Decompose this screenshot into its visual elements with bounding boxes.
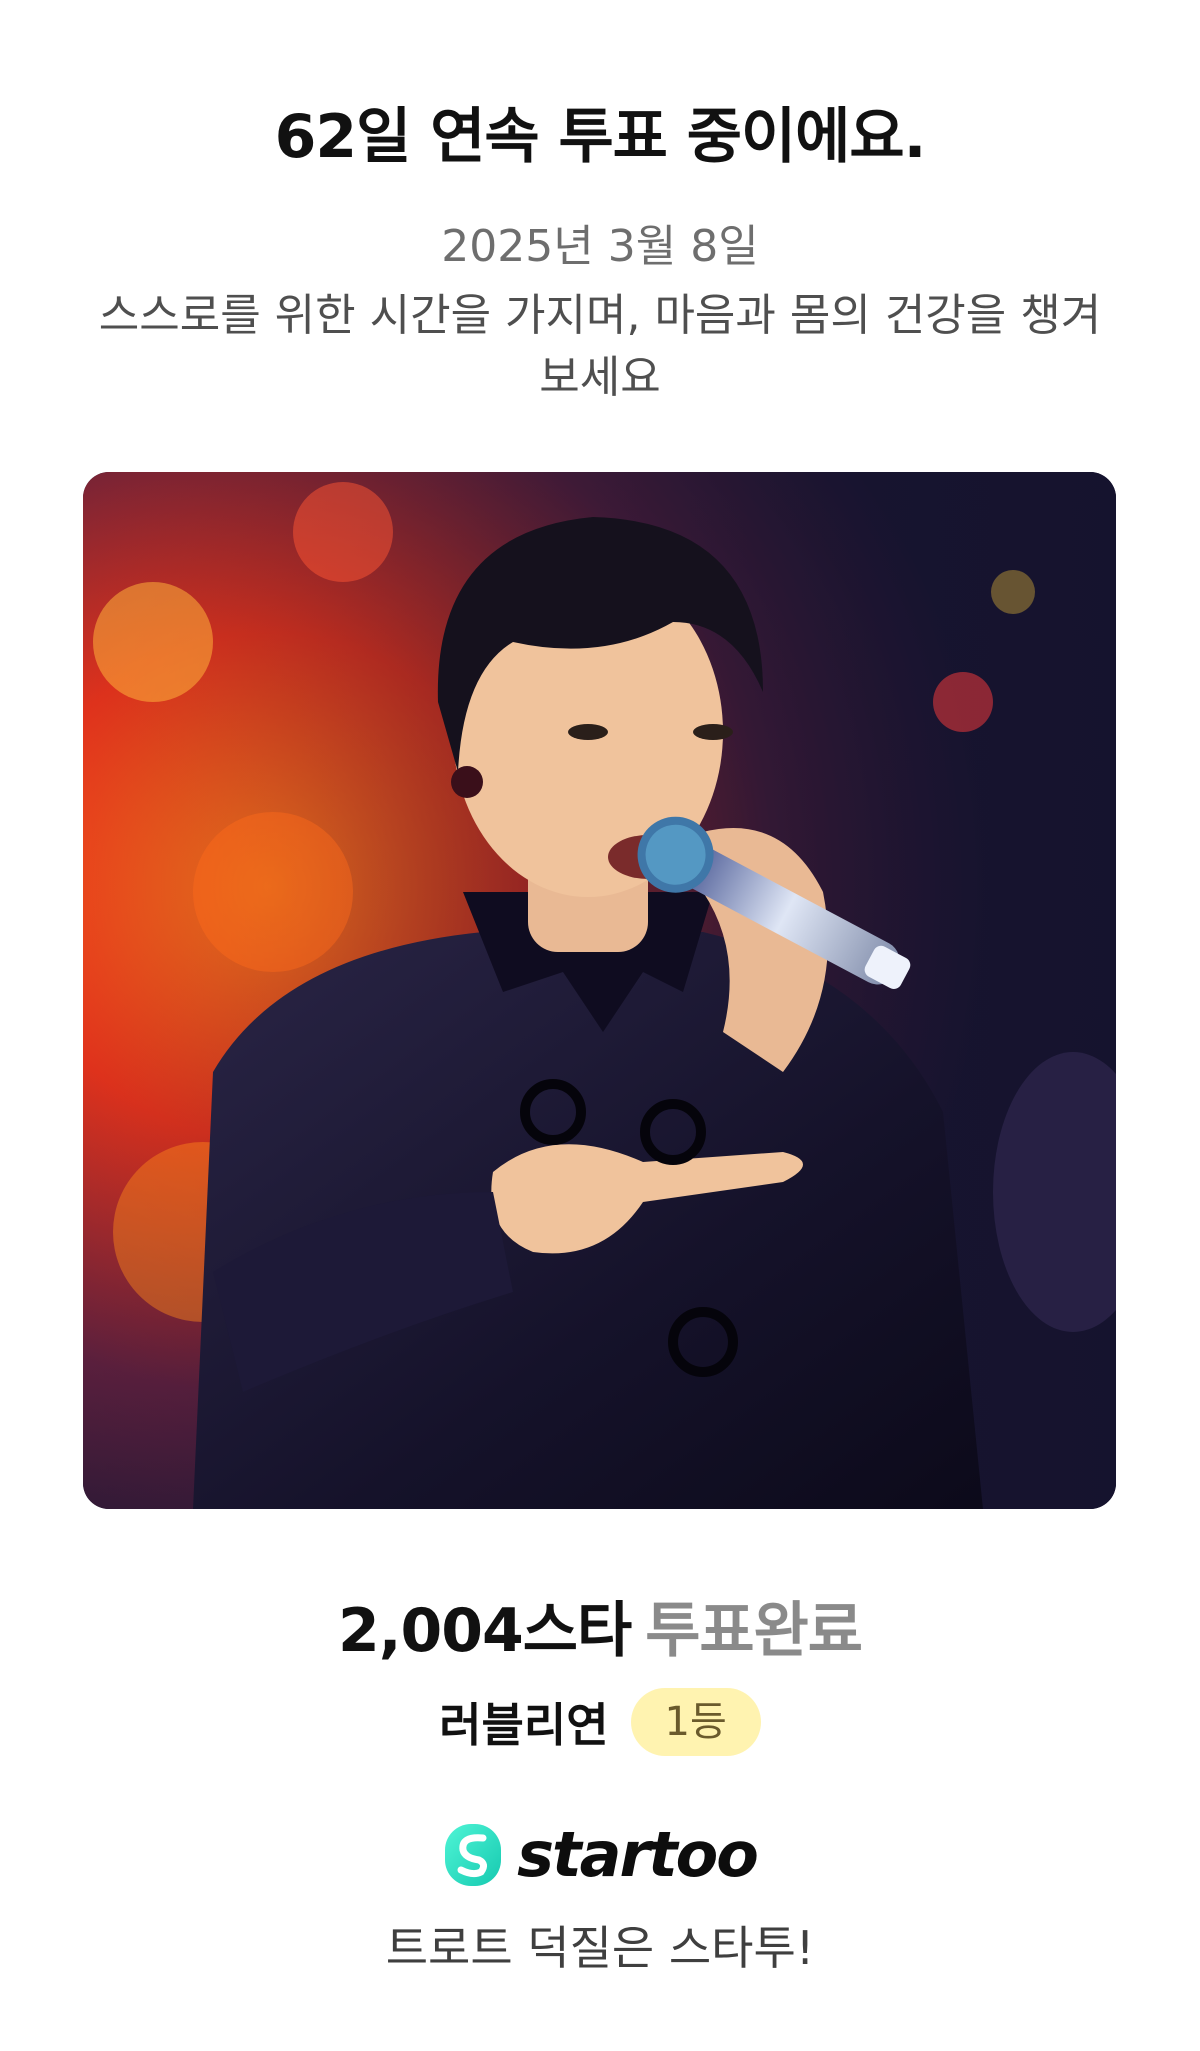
vote-status: 투표완료 — [645, 1596, 863, 1666]
page-title: 62일 연속 투표 중이에요. — [274, 102, 927, 172]
wellness-message: 스스로를 위한 시간을 가지며, 마음과 몸의 건강을 챙겨보세요 — [98, 290, 1102, 403]
vote-summary: 2,004스타 투표완료 — [0, 1582, 1200, 1669]
brand-logo: startoo — [0, 1818, 1200, 1891]
rank-badge: 1등 — [630, 1688, 761, 1756]
fan-name: 러블리연 — [439, 1698, 609, 1752]
vote-date: 2025년 3월 8일 — [441, 221, 759, 272]
singer-photo — [83, 472, 1116, 1509]
logo-text: startoo — [517, 1818, 759, 1891]
fan-rank-row: 러블리연 1등 — [0, 1688, 1200, 1756]
star-count: 2,004스타 — [338, 1596, 632, 1666]
startoo-logo-icon — [445, 1823, 502, 1886]
brand-tagline: 트로트 덕질은 스타투! — [385, 1921, 815, 1975]
